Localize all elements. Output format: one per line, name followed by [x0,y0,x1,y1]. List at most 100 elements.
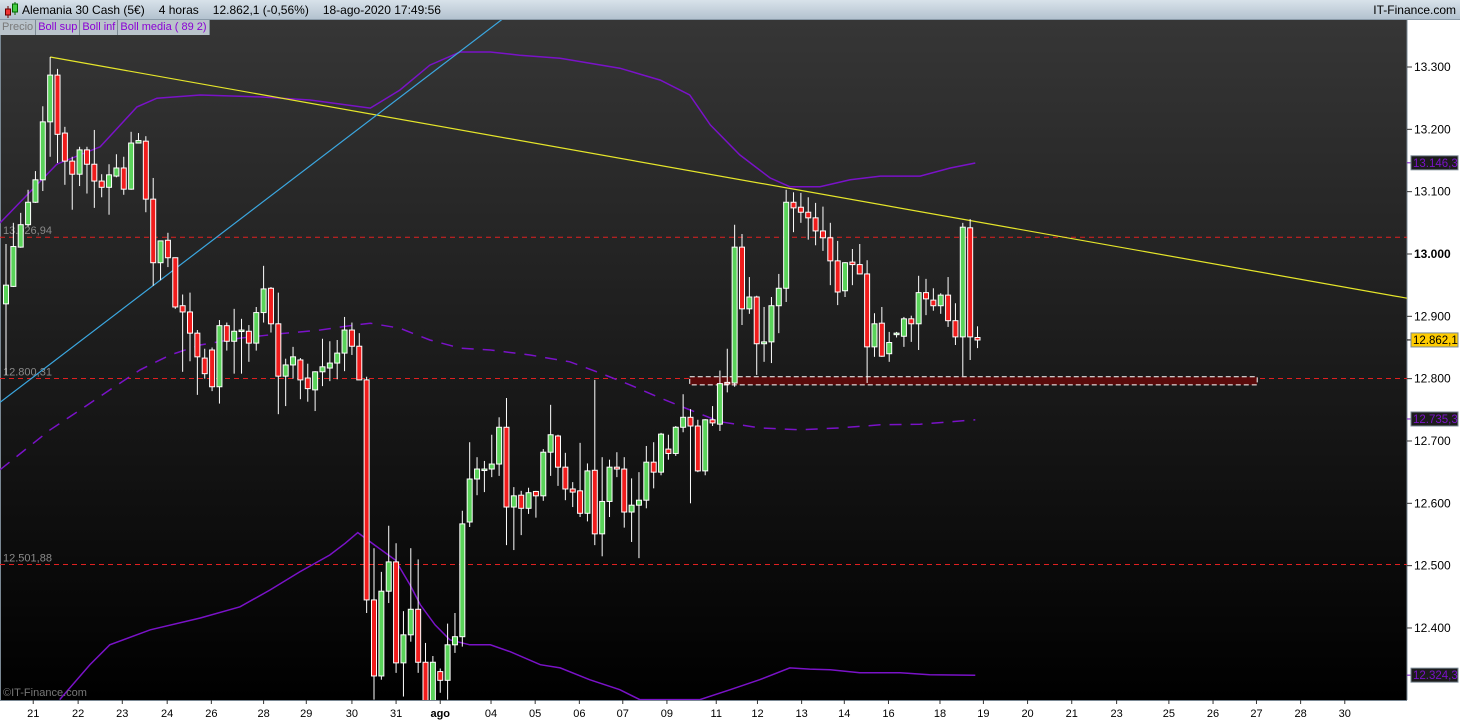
candle-body-down [856,264,863,275]
x-tick-label: 26 [205,708,217,720]
x-tick-label: 26 [1207,708,1219,720]
candle-body-up [260,288,267,314]
candle-body-down [864,273,871,348]
x-tick-label: 21 [27,708,39,720]
candle-body-up [496,426,503,465]
candle [702,419,709,476]
candle-body-up [783,201,790,289]
candle [540,449,547,501]
candle-body-up [761,341,768,345]
candle-body-down [267,287,274,325]
y-tick-label: 13.100 [1414,185,1451,199]
x-axis-panel [0,700,1460,720]
legend-boll-inf[interactable]: Boll inf [80,20,119,35]
candle-body-down [805,211,812,219]
y-tick-label: 12.600 [1414,496,1451,510]
y-tick-label: 12.500 [1414,559,1451,573]
timeframe[interactable]: 4 horas [159,3,199,17]
instrument-name: Alemania 30 Cash (5€) [22,2,145,17]
candle-body-down [348,329,355,347]
candle-body-up [312,371,319,391]
candlestick-chart[interactable]: 13.026,9412.800,3112.501,88 13.30013.200… [0,0,1460,720]
candle-body-down [621,468,628,513]
price-tag-label: 12.324,3 [1413,670,1458,682]
candle-body-down [569,488,576,493]
candle-body-up [702,419,709,472]
candle-body-down [172,257,179,308]
candle [172,257,179,309]
candle-body-up [510,495,517,508]
candle-body-up [17,224,24,248]
candle-body-down [415,608,422,663]
candle-body-down [878,322,885,357]
candle-body-up [113,167,120,177]
candle-body-up [731,246,738,384]
candle-body-down [967,227,974,338]
legend-boll-sup[interactable]: Boll sup [36,20,81,35]
candle [658,432,665,476]
candle-body-down [245,330,252,344]
legend-boll-media[interactable]: Boll media ( 89 2) [118,20,210,35]
candle-body-down [709,419,716,424]
x-tick-label: 27 [1250,708,1262,720]
candle-body-up [488,463,495,470]
candle-body-up [871,323,878,348]
candle-body-up [643,461,650,501]
candle-body-up [106,174,113,188]
x-tick-label: 30 [346,708,358,720]
candle-body-up [900,318,907,337]
candle-body-down [187,311,193,334]
candle-body-down [724,381,731,385]
candle-body-up [282,364,289,377]
candle-body-down [91,163,98,182]
timestamp: 18-ago-2020 17:49:56 [322,2,441,17]
y-tick-label: 12.800 [1414,372,1451,386]
x-tick-label: 24 [161,708,173,720]
candle-body-up [76,149,83,175]
candle-body-up [959,226,966,338]
brand-link[interactable]: IT-Finance.com [1373,3,1456,17]
y-tick-label: 12.400 [1414,621,1451,635]
candle-body-down [790,201,797,209]
candle-body-down [120,167,127,190]
x-tick-label: 16 [882,708,894,720]
x-tick-label: 04 [485,708,497,720]
candle-body-down [275,323,282,377]
candle-body-down [201,357,208,375]
candle-body-up [525,492,532,509]
candle-body-down [974,337,981,341]
candle-body-down [532,490,539,497]
candle-body-up [599,500,606,535]
candle-body-up [32,179,39,203]
candle-body-up [319,366,326,373]
candle-body-down [555,435,561,468]
indicator-legend: Precio Boll sup Boll inf Boll media ( 89… [0,20,210,35]
price-tag-label: 12.862,1 [1413,335,1458,347]
candle-body-up [290,356,297,366]
x-tick-label: 23 [116,708,128,720]
candle-body-up [444,644,451,681]
x-tick-label: 23 [1110,708,1122,720]
candle-body-down [687,416,694,427]
x-tick-label: 09 [661,708,673,720]
x-tick-label: 19 [977,708,989,720]
y-tick-label: 13.300 [1414,60,1451,74]
candle-body-down [371,599,377,677]
x-tick-label: 18 [934,708,946,720]
candle-body-down [952,320,959,338]
watermark: ©IT-Finance.com [3,687,87,699]
legend-price[interactable]: Precio [0,20,37,35]
candle-body-up [658,433,665,473]
candle-body-down [297,359,304,381]
candle-body-down [562,466,569,490]
x-tick-label: 25 [1163,708,1175,720]
candle-body-up [680,416,687,428]
x-tick-label: 21 [1066,708,1078,720]
candle-body-up [10,246,17,287]
candle-body-down [150,198,157,264]
candle-body-up [672,426,679,454]
candle-body-up [3,284,9,305]
candle-body-down [827,237,834,262]
candle-body-down [945,294,952,322]
x-tick-label: 29 [300,708,312,720]
